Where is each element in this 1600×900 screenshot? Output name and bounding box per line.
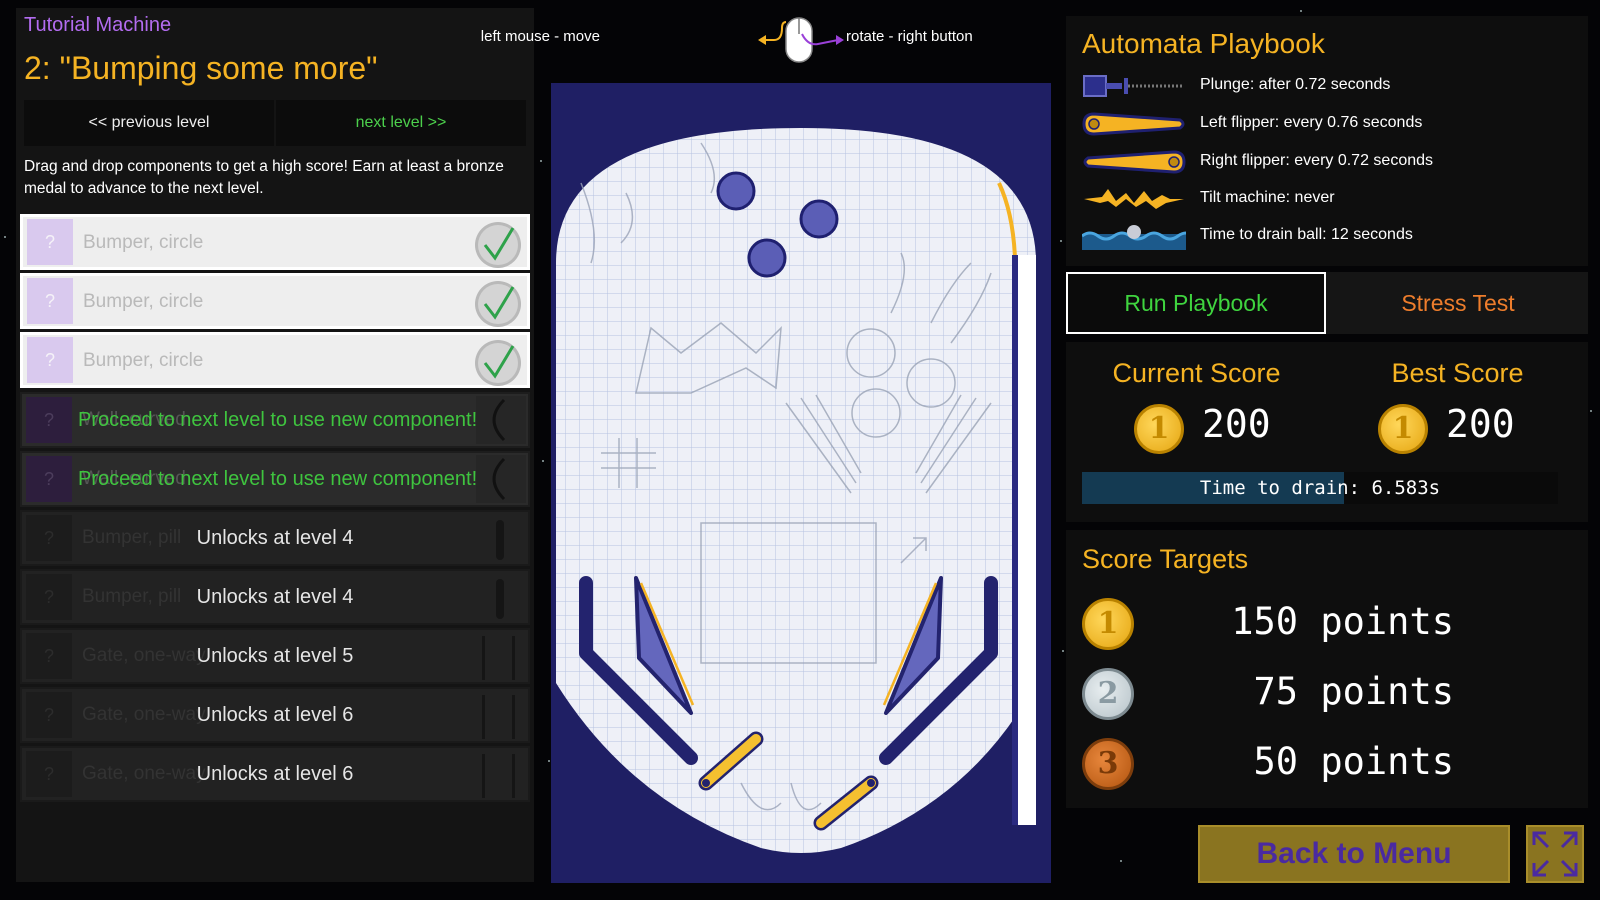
score-targets-title: Score Targets bbox=[1082, 544, 1248, 575]
pinball-playfield[interactable] bbox=[551, 83, 1051, 883]
star bbox=[1060, 240, 1062, 242]
component-preview bbox=[476, 455, 526, 503]
gold-medal-icon: 1 bbox=[1082, 598, 1134, 650]
right-flipper-setting: Right flipper: every 0.72 seconds bbox=[1200, 152, 1433, 170]
component-lock-message: Unlocks at level 4 bbox=[22, 512, 528, 564]
component-lock-message: Unlocks at level 4 bbox=[22, 571, 528, 623]
checkmark-icon bbox=[473, 338, 523, 388]
component-slot[interactable]: ? Bumper, circle bbox=[20, 332, 530, 388]
component-lock-message: Unlocks at level 6 bbox=[22, 748, 528, 800]
current-score-value: 200 bbox=[1202, 402, 1271, 446]
next-level-button[interactable]: next level >> bbox=[276, 100, 526, 146]
component-name: Bumper, circle bbox=[83, 335, 203, 385]
component-thumb: ? bbox=[27, 278, 73, 324]
playbook-title: Automata Playbook bbox=[1082, 28, 1325, 60]
drain-timer-text: Time to drain: 6.583s bbox=[1082, 472, 1558, 504]
plunge-setting: Plunge: after 0.72 seconds bbox=[1200, 76, 1390, 94]
current-score-label: Current Score bbox=[1066, 358, 1327, 389]
component-slot[interactable]: ? Bumper, circle bbox=[20, 273, 530, 329]
circle-bumper[interactable] bbox=[749, 240, 785, 276]
component-panel: Tutorial Machine 2: "Bumping some more" … bbox=[16, 8, 534, 882]
level-title: 2: "Bumping some more" bbox=[24, 50, 378, 87]
playbook-item[interactable]: Plunge: after 0.72 seconds bbox=[1082, 72, 1582, 100]
stress-test-button[interactable]: Stress Test bbox=[1328, 272, 1588, 334]
component-thumb: ? bbox=[27, 337, 73, 383]
playfield-svg bbox=[551, 83, 1051, 883]
checkmark-icon bbox=[473, 279, 523, 329]
star bbox=[540, 160, 542, 162]
current-medal-icon: 1 bbox=[1134, 404, 1184, 454]
gold-target: 150 points bbox=[1231, 600, 1454, 643]
component-preview bbox=[476, 396, 526, 444]
best-score-value: 200 bbox=[1446, 402, 1515, 446]
component-thumb: ? bbox=[26, 397, 72, 443]
star bbox=[548, 760, 550, 762]
component-slot: ? Wall, curved Proceed to next level to … bbox=[20, 392, 530, 448]
component-thumb: ? bbox=[27, 219, 73, 265]
drain-timer-bar: Time to drain: 6.583s bbox=[1082, 472, 1558, 504]
star bbox=[542, 460, 544, 462]
star bbox=[4, 236, 6, 238]
component-lock-message: Proceed to next level to use new compone… bbox=[78, 453, 477, 505]
best-score-label: Best Score bbox=[1327, 358, 1588, 389]
component-lock-message: Unlocks at level 6 bbox=[22, 689, 528, 741]
component-slot: ? Bumper, pill Unlocks at level 4 bbox=[20, 510, 530, 566]
tilt-setting: Tilt machine: never bbox=[1200, 189, 1335, 207]
bronze-target: 50 points bbox=[1231, 740, 1454, 783]
launch-lane-wall bbox=[1012, 255, 1018, 825]
checkmark-icon bbox=[473, 220, 523, 270]
playbook-item[interactable]: Time to drain ball: 12 seconds bbox=[1082, 222, 1582, 250]
drain-setting: Time to drain ball: 12 seconds bbox=[1200, 226, 1413, 244]
component-slot: ? Wall, curved Proceed to next level to … bbox=[20, 451, 530, 507]
component-slot: ? Bumper, pill Unlocks at level 4 bbox=[20, 569, 530, 625]
right-flipper-icon bbox=[1082, 148, 1186, 176]
playbook-item[interactable]: Tilt machine: never bbox=[1082, 185, 1582, 213]
circle-bumper[interactable] bbox=[801, 201, 837, 237]
playbook-actions: Run Playbook Stress Test bbox=[1066, 272, 1588, 334]
circle-bumper[interactable] bbox=[718, 173, 754, 209]
rotate-hint: rotate - right button bbox=[846, 28, 973, 45]
plunger-lane bbox=[1018, 255, 1036, 825]
component-slot: ? Gate, one-way Unlocks at level 6 bbox=[20, 746, 530, 802]
bronze-medal-icon: 3 bbox=[1082, 738, 1134, 790]
playbook-panel: Automata Playbook Plunge: after 0.72 sec… bbox=[1066, 16, 1588, 266]
star bbox=[1062, 650, 1064, 652]
star bbox=[1300, 10, 1302, 12]
star bbox=[1120, 860, 1122, 862]
component-slot[interactable]: ? Bumper, circle bbox=[20, 214, 530, 270]
score-panel: Current Score 1 200 Best Score 1 200 Tim… bbox=[1066, 342, 1588, 522]
playbook-item[interactable]: Right flipper: every 0.72 seconds bbox=[1082, 148, 1582, 176]
machine-name: Tutorial Machine bbox=[24, 14, 171, 37]
silver-medal-icon: 2 bbox=[1082, 668, 1134, 720]
best-medal-icon: 1 bbox=[1378, 404, 1428, 454]
silver-target: 75 points bbox=[1231, 670, 1454, 713]
back-to-menu-button[interactable]: Back to Menu bbox=[1198, 825, 1510, 883]
left-flipper-icon bbox=[1082, 110, 1186, 138]
instructions: Drag and drop components to get a high s… bbox=[24, 156, 524, 200]
component-name: Bumper, circle bbox=[83, 276, 203, 326]
component-slot: ? Gate, one-way Unlocks at level 6 bbox=[20, 687, 530, 743]
component-slot: ? Gate, one-way Unlocks at level 5 bbox=[20, 628, 530, 684]
score-targets-panel: Score Targets 1 150 points 2 75 points 3… bbox=[1066, 530, 1588, 808]
component-name: Bumper, circle bbox=[83, 217, 203, 267]
star bbox=[1590, 410, 1592, 412]
run-playbook-button[interactable]: Run Playbook bbox=[1066, 272, 1326, 334]
component-lock-message: Proceed to next level to use new compone… bbox=[78, 394, 477, 446]
tilt-icon bbox=[1082, 185, 1186, 213]
drain-icon bbox=[1082, 222, 1186, 250]
component-thumb: ? bbox=[26, 456, 72, 502]
previous-level-button[interactable]: << previous level bbox=[24, 100, 274, 146]
mouse-icon bbox=[756, 14, 846, 68]
fullscreen-button[interactable] bbox=[1526, 825, 1584, 883]
playbook-item[interactable]: Left flipper: every 0.76 seconds bbox=[1082, 110, 1582, 138]
left-flipper-setting: Left flipper: every 0.76 seconds bbox=[1200, 114, 1422, 132]
component-lock-message: Unlocks at level 5 bbox=[22, 630, 528, 682]
curved-wall-icon bbox=[476, 455, 526, 503]
move-hint: left mouse - move bbox=[481, 28, 600, 45]
fullscreen-icon bbox=[1528, 827, 1582, 881]
curved-wall-icon bbox=[476, 396, 526, 444]
plunger-icon bbox=[1082, 72, 1186, 100]
